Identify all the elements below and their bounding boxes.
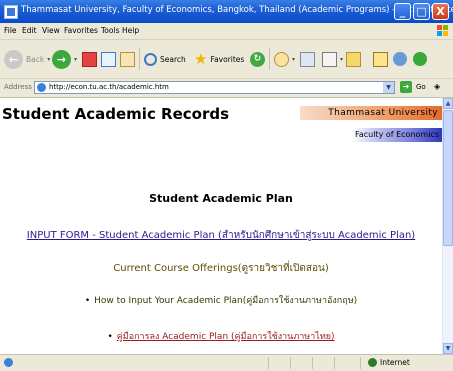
faculty-banner-label: Faculty of Economics bbox=[354, 130, 439, 139]
forward-button[interactable]: → ▾ bbox=[52, 46, 77, 72]
folder-button[interactable] bbox=[346, 46, 361, 72]
toolbar: ← Back ▾ → ▾ Search ★ Favorites ↻ ▾ ▾ bbox=[0, 40, 453, 79]
menu-view[interactable]: View bbox=[42, 26, 60, 35]
internet-zone-icon bbox=[368, 358, 377, 367]
input-form-link[interactable]: INPUT FORM - Student Academic Plan (สำหร… bbox=[0, 228, 442, 243]
faculty-banner: Faculty of Economics bbox=[352, 128, 442, 142]
refresh-icon bbox=[101, 51, 116, 67]
close-button[interactable]: X bbox=[432, 3, 449, 20]
folder-icon bbox=[346, 51, 361, 67]
minimize-button[interactable]: _ bbox=[394, 3, 411, 20]
university-banner: Thammasat University bbox=[300, 106, 442, 120]
how-to-input-link[interactable]: How to Input Your Academic Plan(คู่มือกา… bbox=[94, 296, 357, 306]
links-icon[interactable]: ◈ bbox=[434, 82, 440, 91]
edit-page-icon bbox=[322, 51, 337, 67]
research-icon bbox=[373, 51, 388, 67]
menu-bar: File Edit View Favorites Tools Help bbox=[0, 23, 453, 40]
status-divider bbox=[268, 357, 269, 369]
mail-icon bbox=[274, 51, 289, 67]
messenger-button[interactable] bbox=[393, 46, 407, 72]
forward-arrow-icon: → bbox=[52, 49, 71, 69]
manual-thai-link[interactable]: คู่มือการลง Academic Plan (คู่มือการใช้ง… bbox=[117, 332, 335, 342]
menu-help[interactable]: Help bbox=[122, 26, 139, 35]
history-button[interactable]: ↻ bbox=[250, 46, 265, 72]
window-title: Thammasat University, Faculty of Economi… bbox=[21, 5, 453, 15]
toolbar-separator bbox=[139, 48, 140, 70]
history-icon: ↻ bbox=[250, 51, 265, 67]
address-label: Address bbox=[4, 83, 32, 91]
bullet-icon: • bbox=[107, 332, 113, 342]
maximize-button[interactable]: □ bbox=[413, 3, 430, 20]
status-divider bbox=[290, 357, 291, 369]
print-button[interactable] bbox=[300, 46, 315, 72]
address-bar: Address http://econ.tu.ac.th/academic.ht… bbox=[0, 79, 453, 98]
search-icon bbox=[144, 52, 157, 66]
current-offerings-link[interactable]: Current Course Offerings(ดูรายวิชาที่เปิ… bbox=[0, 261, 442, 276]
address-input[interactable]: http://econ.tu.ac.th/academic.htm ▼ bbox=[34, 81, 395, 94]
edit-button[interactable]: ▾ bbox=[322, 46, 343, 72]
scroll-up-icon[interactable]: ▲ bbox=[443, 98, 453, 109]
home-icon bbox=[120, 51, 135, 67]
section-heading: Student Academic Plan bbox=[149, 192, 293, 205]
toolbar-separator bbox=[269, 48, 270, 70]
print-icon bbox=[300, 51, 315, 67]
discuss-button[interactable] bbox=[413, 46, 427, 72]
search-button[interactable]: Search bbox=[144, 46, 186, 72]
scroll-down-icon[interactable]: ▼ bbox=[443, 343, 453, 354]
page-content: Student Academic Records Thammasat Unive… bbox=[0, 98, 442, 354]
discuss-icon bbox=[413, 52, 427, 66]
status-divider bbox=[334, 357, 335, 369]
refresh-button[interactable] bbox=[101, 46, 116, 72]
stop-icon bbox=[82, 51, 97, 67]
back-arrow-icon: ← bbox=[4, 49, 23, 69]
stop-button[interactable] bbox=[82, 46, 97, 72]
page-title: Student Academic Records bbox=[2, 105, 230, 123]
page-icon bbox=[37, 83, 46, 92]
go-button[interactable]: Go bbox=[416, 83, 426, 91]
manual-thai-item[interactable]: • คู่มือการลง Academic Plan (คู่มือการใช้… bbox=[0, 329, 442, 343]
ie-app-icon bbox=[4, 5, 18, 19]
favorites-button[interactable]: ★ Favorites bbox=[194, 46, 244, 72]
menu-edit[interactable]: Edit bbox=[22, 26, 37, 35]
home-button[interactable] bbox=[120, 46, 135, 72]
how-to-input-item[interactable]: • How to Input Your Academic Plan(คู่มือก… bbox=[0, 293, 442, 307]
title-bar: Thammasat University, Faculty of Economi… bbox=[0, 0, 453, 23]
status-divider bbox=[312, 357, 313, 369]
menu-favorites[interactable]: Favorites bbox=[64, 26, 98, 35]
scroll-thumb[interactable] bbox=[443, 110, 453, 246]
go-arrow-icon[interactable]: ➔ bbox=[400, 81, 412, 93]
security-zone-label: Internet bbox=[380, 358, 410, 367]
windows-logo-icon bbox=[436, 24, 449, 37]
bullet-icon: • bbox=[84, 296, 91, 306]
status-divider bbox=[360, 357, 361, 369]
vertical-scrollbar[interactable]: ▲ ▼ bbox=[442, 98, 453, 354]
page-status-icon bbox=[4, 358, 13, 367]
address-url: http://econ.tu.ac.th/academic.htm bbox=[49, 83, 169, 91]
research-button[interactable] bbox=[373, 46, 388, 72]
back-button[interactable]: ← Back ▾ bbox=[4, 46, 50, 72]
address-dropdown-icon[interactable]: ▼ bbox=[383, 82, 394, 93]
mail-button[interactable]: ▾ bbox=[274, 46, 295, 72]
star-icon: ★ bbox=[194, 49, 208, 68]
messenger-icon bbox=[393, 52, 407, 66]
menu-file[interactable]: File bbox=[4, 26, 17, 35]
status-bar: Internet bbox=[0, 354, 453, 371]
menu-tools[interactable]: Tools bbox=[101, 26, 119, 35]
